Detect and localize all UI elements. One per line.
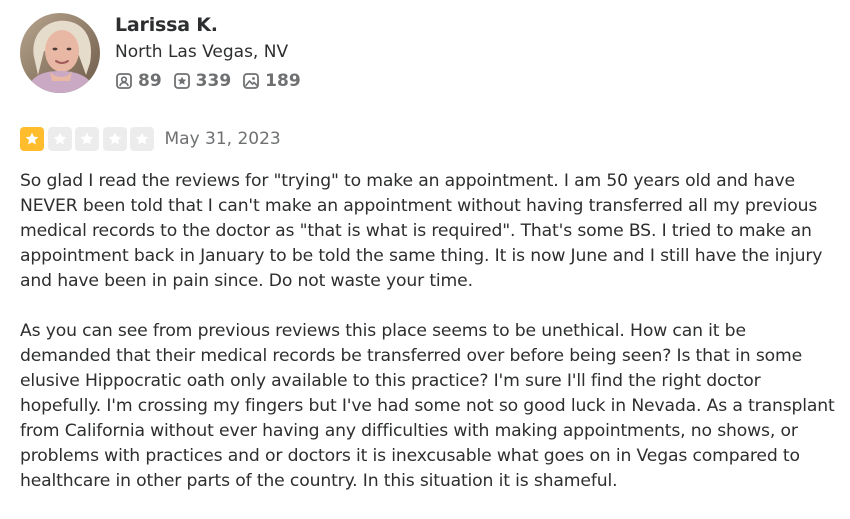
reviews-count-value: 339 xyxy=(195,71,232,91)
review-body: So glad I read the reviews for "trying" … xyxy=(20,169,840,494)
photos-count-value: 189 xyxy=(265,71,301,91)
star-icon xyxy=(108,132,121,145)
reviewer-location: North Las Vegas, NV xyxy=(115,42,289,62)
reviewer-stats: 89 339 189 xyxy=(115,71,312,91)
friends-icon xyxy=(115,72,133,90)
review-card: Larissa K. North Las Vegas, NV 89 339 18… xyxy=(20,13,840,519)
star-5 xyxy=(130,127,154,151)
star-4 xyxy=(102,127,127,151)
rating-row: May 31, 2023 xyxy=(20,126,840,152)
star-2 xyxy=(47,127,72,151)
star-icon xyxy=(80,132,94,145)
star-rating xyxy=(20,127,158,151)
photos-count: 189 xyxy=(242,71,301,91)
star-icon xyxy=(53,132,66,145)
photo-icon xyxy=(242,72,260,90)
avatar[interactable] xyxy=(20,13,100,93)
star-1 xyxy=(20,127,44,151)
star-icon xyxy=(25,132,39,145)
star-3 xyxy=(75,127,99,151)
reviewer-header: Larissa K. North Las Vegas, NV 89 339 18… xyxy=(20,13,840,93)
friends-count-value: 89 xyxy=(138,71,162,91)
review-date: May 31, 2023 xyxy=(164,129,281,149)
star-icon xyxy=(135,132,149,145)
review-paragraph-1: So glad I read the reviews for "trying" … xyxy=(20,171,823,291)
reviewer-name[interactable]: Larissa K. xyxy=(115,13,312,37)
reviewer-info: Larissa K. North Las Vegas, NV 89 339 18… xyxy=(115,13,312,91)
review-star-icon xyxy=(173,72,191,90)
reviews-count: 339 xyxy=(173,71,232,91)
avatar-photo xyxy=(20,13,100,93)
review-paragraph-2: As you can see from previous reviews thi… xyxy=(20,321,835,491)
friends-count: 89 xyxy=(115,71,162,91)
